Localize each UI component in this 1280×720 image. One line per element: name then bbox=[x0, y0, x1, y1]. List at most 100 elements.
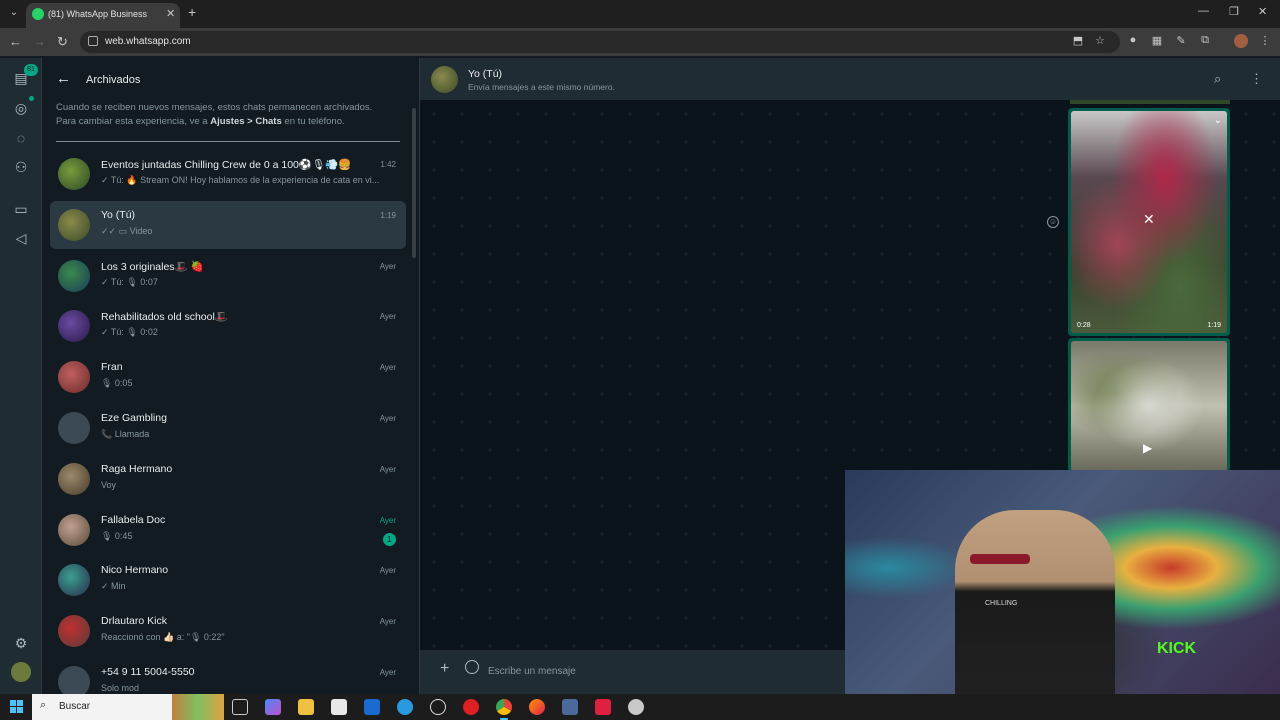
video-thumbnail-2[interactable]: ▶ bbox=[1071, 341, 1227, 471]
chat-preview: 🎙 0:05 bbox=[101, 378, 133, 389]
sidebar-scrollbar[interactable] bbox=[412, 108, 416, 258]
profile-avatar-icon[interactable] bbox=[1234, 34, 1248, 48]
chat-list-item[interactable]: Nico Hermano ✓ Min Ayer bbox=[50, 556, 406, 604]
emoji-sticker-icon[interactable] bbox=[465, 660, 479, 674]
outlook-icon[interactable] bbox=[364, 699, 380, 715]
communities-icon[interactable]: ⚇ bbox=[11, 157, 31, 177]
unread-count-badge: 1 bbox=[383, 532, 396, 546]
opera-icon[interactable] bbox=[463, 699, 479, 715]
chat-list-item[interactable]: Drlautaro Kick Reaccionó con 👍🏻 a: "🎙 0:2… bbox=[50, 607, 406, 655]
chat-header[interactable]: Yo (Tú) Envía mensajes a este mismo núme… bbox=[420, 58, 1280, 100]
chat-time: Ayer bbox=[379, 464, 396, 474]
app-icon[interactable] bbox=[562, 699, 578, 715]
chat-name: Nico Hermano bbox=[101, 564, 169, 577]
tab-close-icon[interactable]: ✕ bbox=[166, 7, 175, 20]
chat-avatar bbox=[58, 158, 90, 190]
message-menu-chevron-icon[interactable]: ⌄ bbox=[1214, 115, 1222, 126]
streamer bbox=[955, 510, 1115, 714]
attach-plus-icon[interactable]: + bbox=[440, 660, 449, 678]
settings-gear-icon[interactable]: ⚙ bbox=[11, 633, 31, 653]
chat-list-item[interactable]: Raga Hermano Voy Ayer bbox=[50, 455, 406, 503]
chat-list-item[interactable]: Los 3 originales🎩 🍓 ✓ Tú: 🎙 0:07 Ayer bbox=[50, 252, 406, 300]
chat-list-item[interactable]: Fran 🎙 0:05 Ayer bbox=[50, 353, 406, 401]
channels-icon[interactable]: ◌ bbox=[11, 128, 31, 148]
chat-list-item[interactable]: Eze Gambling 📞 Llamada Ayer bbox=[50, 404, 406, 452]
taskbar-search[interactable]: ⌕ Buscar bbox=[32, 694, 224, 720]
bookmark-star-icon[interactable]: ☆ bbox=[1093, 34, 1107, 48]
video-message[interactable]: ⌄ ✕ 0:28 1:19 bbox=[1068, 108, 1230, 336]
chat-menu-icon[interactable]: ⋮ bbox=[1250, 71, 1263, 87]
chat-avatar bbox=[58, 513, 90, 546]
chat-time: Ayer bbox=[379, 515, 396, 525]
chat-list-item[interactable]: Yo (Tú) ✓✓ ▭ Video 1:19 bbox=[50, 200, 406, 249]
browser-menu-icon[interactable]: ⋮ bbox=[1258, 34, 1272, 48]
whatsapp-favicon-icon bbox=[32, 8, 44, 20]
chat-name: Raga Hermano bbox=[101, 462, 173, 475]
chat-time: Ayer bbox=[379, 363, 396, 373]
archived-info-text: Cuando se reciben nuevos mensajes, estos… bbox=[56, 101, 386, 129]
profile-avatar[interactable] bbox=[11, 662, 31, 682]
extension-icon-2[interactable]: ▦ bbox=[1150, 34, 1164, 48]
minimize-icon[interactable]: — bbox=[1198, 5, 1209, 17]
video-close-icon[interactable]: ✕ bbox=[1143, 211, 1155, 228]
chat-name: +54 9 11 5004-5550 bbox=[101, 666, 195, 678]
ads-megaphone-icon[interactable]: ◁ bbox=[11, 228, 31, 248]
extensions-puzzle-icon[interactable]: ⧉ bbox=[1198, 34, 1212, 48]
tab-search-chevron-icon[interactable]: ⌄ bbox=[6, 5, 22, 21]
browser-tab-bar: ⌄ (81) WhatsApp Business ✕ + — ❐ ✕ bbox=[0, 0, 1280, 28]
reload-icon[interactable]: ↻ bbox=[57, 34, 68, 50]
task-view-icon[interactable] bbox=[232, 699, 248, 715]
chat-preview: Solo mod bbox=[101, 683, 140, 693]
chat-list-item[interactable]: +54 9 11 5004-5550 Solo mod Ayer bbox=[50, 658, 406, 694]
chrome-icon[interactable] bbox=[496, 699, 512, 715]
window-close-icon[interactable]: ✕ bbox=[1258, 5, 1267, 18]
catalog-store-icon[interactable]: ▭ bbox=[11, 199, 31, 219]
info-settings-link: Ajustes bbox=[210, 116, 245, 127]
copilot-icon[interactable] bbox=[265, 699, 281, 715]
tab-title: (81) WhatsApp Business bbox=[48, 9, 148, 19]
opera-gx-icon[interactable] bbox=[595, 699, 611, 715]
chat-list-item[interactable]: Eventos juntadas Chilling Crew de 0 a 10… bbox=[50, 150, 406, 198]
browser-tab-whatsapp[interactable]: (81) WhatsApp Business ✕ bbox=[26, 3, 180, 28]
new-tab-plus-icon[interactable]: + bbox=[188, 4, 196, 20]
file-explorer-icon[interactable] bbox=[298, 699, 314, 715]
chat-time: 1:19 bbox=[380, 210, 396, 220]
react-emoji-icon[interactable]: ☺ bbox=[1047, 216, 1059, 228]
status-icon[interactable]: ◎ bbox=[11, 98, 31, 118]
install-app-icon[interactable]: ⬒ bbox=[1071, 34, 1085, 48]
extension-icon[interactable]: ● bbox=[1126, 34, 1140, 48]
chat-time: Ayer bbox=[379, 617, 396, 627]
chat-avatar bbox=[58, 666, 90, 694]
chat-time: Ayer bbox=[379, 414, 396, 423]
windows-start-icon[interactable] bbox=[10, 700, 23, 713]
kick-logo: KICK bbox=[1157, 640, 1197, 657]
forward-icon[interactable]: → bbox=[33, 34, 46, 49]
address-bar[interactable]: web.whatsapp.com bbox=[80, 31, 1120, 53]
chat-name: Rehabilitados old school🎩 bbox=[101, 311, 228, 324]
firefox-icon[interactable] bbox=[529, 699, 545, 715]
video-message-2[interactable]: ▶ bbox=[1068, 338, 1230, 472]
chat-avatar[interactable] bbox=[431, 66, 458, 93]
back-icon[interactable]: ← bbox=[9, 34, 22, 49]
chat-preview: ✓ Min bbox=[101, 581, 126, 592]
chat-time: Ayer bbox=[379, 261, 396, 271]
app-icon-2[interactable] bbox=[628, 699, 644, 715]
store-icon[interactable] bbox=[331, 699, 347, 715]
message-input[interactable] bbox=[488, 658, 848, 684]
info-text-suffix: en tu teléfono. bbox=[281, 116, 345, 127]
chat-avatar bbox=[58, 564, 90, 597]
chat-name: Fran bbox=[101, 361, 123, 374]
restore-icon[interactable]: ❐ bbox=[1229, 5, 1239, 18]
search-icon[interactable]: ⌕ bbox=[1214, 71, 1221, 87]
chat-name: Yo (Tú) bbox=[468, 68, 503, 80]
clock-app-icon[interactable] bbox=[430, 699, 446, 715]
edge-icon[interactable] bbox=[397, 699, 413, 715]
chat-list-item[interactable]: Fallabela Doc 🎙 0:45 Ayer 1 bbox=[50, 506, 406, 554]
extension-icon-3[interactable]: ✎ bbox=[1174, 34, 1188, 48]
divider bbox=[56, 141, 400, 142]
video-thumbnail[interactable]: ⌄ ✕ 0:28 1:19 bbox=[1071, 111, 1227, 333]
chat-list-item[interactable]: Rehabilitados old school🎩 ✓ Tú: 🎙 0:02 Aye… bbox=[50, 302, 406, 350]
back-arrow-icon[interactable]: ← bbox=[56, 70, 71, 87]
play-icon[interactable]: ▶ bbox=[1143, 441, 1152, 455]
site-info-icon[interactable] bbox=[88, 36, 98, 46]
